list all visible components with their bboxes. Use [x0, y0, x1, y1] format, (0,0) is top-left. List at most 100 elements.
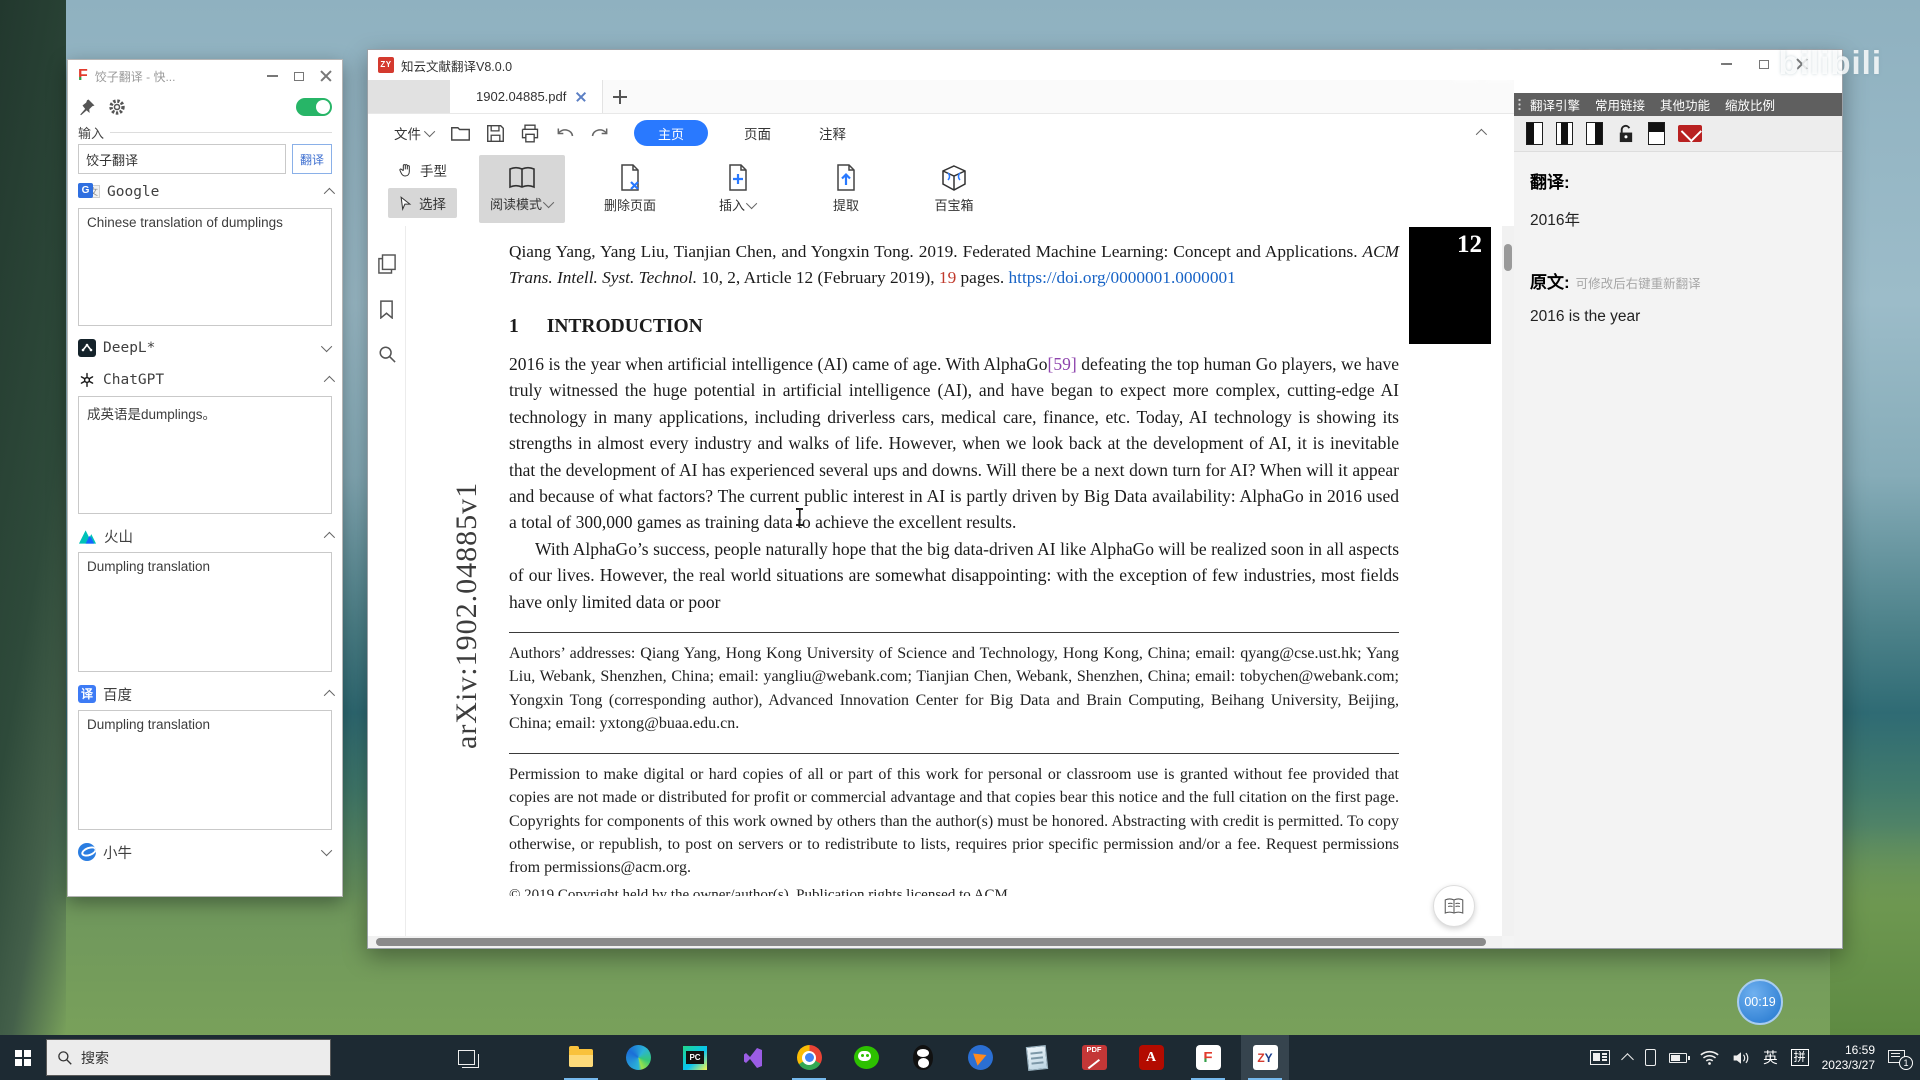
chevron-down-icon[interactable]: [321, 845, 332, 856]
translation-result[interactable]: 2016年: [1530, 208, 1826, 230]
thumbnails-icon[interactable]: [378, 254, 396, 274]
huoshan-result-box[interactable]: Dumpling translation: [78, 552, 332, 672]
gear-icon[interactable]: [108, 98, 126, 116]
start-button[interactable]: [0, 1035, 46, 1080]
save-button[interactable]: [486, 124, 505, 143]
citation-ref-link[interactable]: [59]: [1048, 354, 1077, 374]
page-layout-icon[interactable]: [1648, 122, 1665, 145]
device-icon[interactable]: [1645, 1049, 1656, 1066]
engine-header-huoshan[interactable]: 火山: [68, 522, 342, 550]
chevron-up-icon[interactable]: [324, 532, 335, 543]
new-tab-button[interactable]: [603, 80, 637, 113]
permission-note[interactable]: Permission to make digital or hard copie…: [509, 763, 1399, 880]
chevron-up-icon[interactable]: [324, 376, 335, 387]
search-icon[interactable]: [378, 345, 396, 363]
taskbar-zhiyun[interactable]: ZY: [1241, 1035, 1289, 1080]
menu-common-links[interactable]: 常用链接: [1595, 95, 1645, 114]
maximize-icon[interactable]: [294, 72, 304, 81]
close-icon[interactable]: [1796, 58, 1808, 70]
undo-icon[interactable]: [555, 125, 575, 142]
speaker-icon[interactable]: [1732, 1050, 1750, 1066]
mail-icon[interactable]: [1678, 125, 1702, 142]
taskbar-acrobat[interactable]: A: [1127, 1035, 1175, 1080]
redo-icon[interactable]: [590, 125, 610, 142]
source-text-input[interactable]: [78, 144, 286, 174]
source-text[interactable]: 2016 is the year: [1530, 308, 1826, 326]
layout-right-icon[interactable]: [1586, 122, 1603, 145]
engine-header-google[interactable]: 文G Google: [68, 178, 342, 206]
menu-zoom-ratio[interactable]: 缩放比例: [1725, 95, 1775, 114]
minimize-icon[interactable]: [267, 75, 278, 77]
horizontal-scrollbar-thumb[interactable]: [376, 938, 1486, 946]
taskbar-clock[interactable]: 16:59 2023/3/27: [1822, 1043, 1875, 1073]
vertical-scrollbar-thumb[interactable]: [1504, 244, 1512, 271]
collapse-toolbar-icon[interactable]: [1476, 129, 1487, 140]
horizontal-scrollbar[interactable]: [368, 936, 1502, 948]
doi-link[interactable]: https://doi.org/0000001.0000001: [1009, 268, 1236, 287]
pin-icon[interactable]: [78, 98, 96, 116]
citation-block[interactable]: Qiang Yang, Yang Liu, Tianjian Chen, and…: [509, 239, 1399, 290]
read-mode-button[interactable]: 阅读模式: [479, 155, 565, 223]
toolbox-button[interactable]: 百宝箱: [911, 155, 997, 223]
taskbar-edge[interactable]: [614, 1035, 662, 1080]
ime-pinyin-icon[interactable]: 拼: [1791, 1049, 1809, 1066]
chevron-up-icon[interactable]: [324, 690, 335, 701]
engine-header-baidu[interactable]: 译 百度: [68, 680, 342, 708]
baidu-result-box[interactable]: Dumpling translation: [78, 710, 332, 830]
menu-other-functions[interactable]: 其他功能: [1660, 95, 1710, 114]
drag-grip-icon[interactable]: [1518, 98, 1524, 111]
tray-expand-icon[interactable]: [1621, 1053, 1634, 1066]
open-file-button[interactable]: [450, 124, 471, 142]
engine-header-chatgpt[interactable]: ChatGPT: [68, 366, 342, 394]
recording-timer-bubble[interactable]: 00:19: [1737, 979, 1783, 1025]
battery-icon[interactable]: [1669, 1053, 1687, 1063]
news-widget-icon[interactable]: [1590, 1050, 1610, 1065]
delete-page-button[interactable]: 删除页面: [587, 155, 673, 223]
taskbar-pdf-editor[interactable]: PDF: [1070, 1035, 1118, 1080]
tab-page[interactable]: 页面: [744, 123, 771, 143]
maximize-icon[interactable]: [1759, 60, 1769, 69]
insert-page-button[interactable]: 插入: [695, 155, 781, 223]
ime-language-indicator[interactable]: 英: [1763, 1047, 1778, 1068]
layout-center-icon[interactable]: [1556, 122, 1573, 145]
intro-paragraph-2[interactable]: With AlphaGo’s success, people naturally…: [509, 536, 1399, 615]
tab-close-icon[interactable]: [576, 92, 586, 102]
vertical-scrollbar[interactable]: [1502, 226, 1514, 936]
taskbar-thunder[interactable]: [956, 1035, 1004, 1080]
authors-addresses-note[interactable]: Authors’ addresses: Qiang Yang, Hong Kon…: [509, 642, 1399, 736]
minimize-icon[interactable]: [1721, 63, 1732, 65]
file-menu[interactable]: 文件: [394, 123, 435, 143]
intro-paragraph-1[interactable]: 2016 is the year when artificial intelli…: [509, 351, 1399, 536]
notification-center-button[interactable]: 1: [1888, 1048, 1910, 1068]
jiaozi-titlebar[interactable]: F 饺子翻译 - 快...: [68, 60, 342, 92]
zhiyun-titlebar[interactable]: ZY 知云文献翻译V8.0.0: [368, 50, 1842, 80]
extract-page-button[interactable]: 提取: [803, 155, 889, 223]
select-tool-button[interactable]: 选择: [388, 188, 457, 218]
tab-home[interactable]: 主页: [634, 120, 708, 146]
menu-translation-engine[interactable]: 翻译引擎: [1530, 95, 1580, 114]
translate-button[interactable]: 翻译: [292, 144, 332, 174]
taskbar-file-explorer[interactable]: [557, 1035, 605, 1080]
unlock-icon[interactable]: [1616, 123, 1635, 144]
bookmark-icon[interactable]: [379, 300, 394, 319]
wifi-icon[interactable]: [1700, 1050, 1719, 1065]
engine-header-xiaoniu[interactable]: 小牛: [68, 838, 342, 866]
taskbar-chrome[interactable]: [785, 1035, 833, 1080]
chevron-down-icon[interactable]: [321, 341, 332, 352]
layout-left-icon[interactable]: [1526, 122, 1543, 145]
taskbar-jiaozi[interactable]: F: [1184, 1035, 1232, 1080]
tab-annotation[interactable]: 注释: [819, 123, 846, 143]
hand-tool-button[interactable]: 手型: [388, 155, 457, 185]
auto-translate-toggle[interactable]: [296, 98, 332, 116]
taskbar-visual-studio[interactable]: [728, 1035, 776, 1080]
chevron-up-icon[interactable]: [324, 188, 335, 199]
taskbar-notepad[interactable]: [1013, 1035, 1061, 1080]
engine-header-deepl[interactable]: DeepL*: [68, 334, 342, 362]
taskbar-search[interactable]: 搜索: [46, 1039, 331, 1076]
close-icon[interactable]: [320, 70, 332, 82]
section-heading[interactable]: 1INTRODUCTION: [509, 316, 1399, 338]
task-view-button[interactable]: [443, 1035, 489, 1080]
chatgpt-result-box[interactable]: 成英语是dumplings。: [78, 396, 332, 514]
taskbar-pycharm[interactable]: PC: [671, 1035, 719, 1080]
tab-document[interactable]: 1902.04885.pdf: [450, 80, 603, 113]
